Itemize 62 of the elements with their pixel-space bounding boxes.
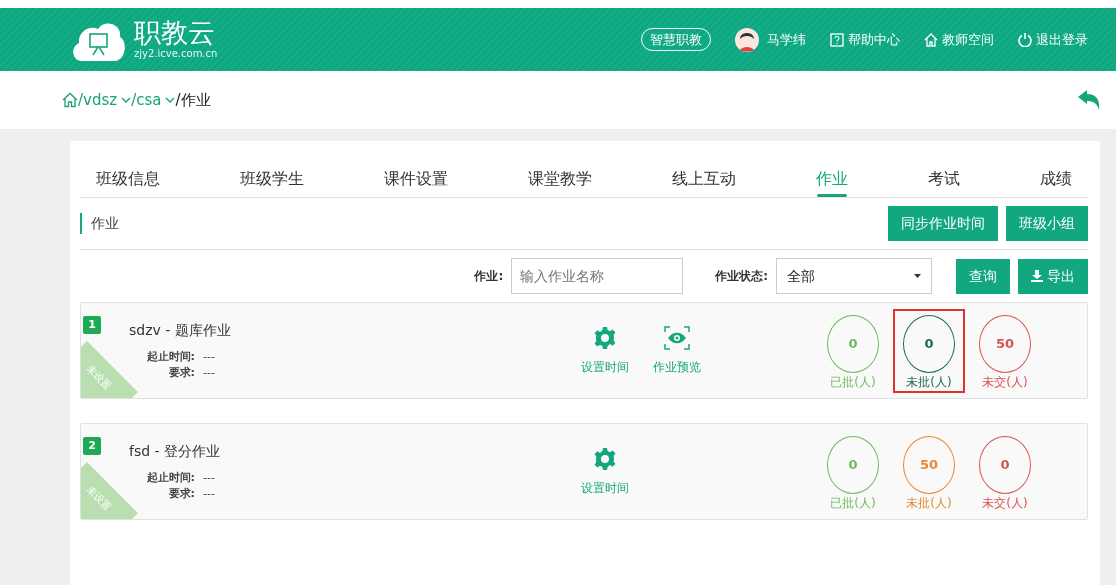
ribbon-text: 未设置: [84, 483, 114, 513]
site-url: zjy2.icve.com.cn: [134, 46, 218, 61]
tab[interactable]: 作业: [816, 141, 848, 197]
breadcrumb-link[interactable]: /作业: [175, 88, 211, 112]
meta-label: 要求:: [167, 365, 195, 381]
header-link[interactable]: 教师空间: [924, 29, 994, 50]
tab[interactable]: 课堂教学: [528, 141, 592, 197]
ribbon-text: 未设置: [84, 362, 114, 392]
caret-icon: [914, 274, 921, 278]
meta-value: ---: [203, 348, 215, 365]
breadcrumb-link[interactable]: /vdsz: [78, 88, 132, 112]
number-badge: 2: [83, 437, 101, 455]
number-badge: 1: [83, 316, 101, 334]
action-link[interactable]: 设置时间: [581, 325, 629, 376]
tab[interactable]: 课件设置: [384, 141, 448, 197]
avatar-icon: [735, 27, 759, 52]
tab[interactable]: 班级信息: [96, 141, 160, 197]
gear-icon: [593, 325, 617, 350]
action-link[interactable]: 作业预览: [653, 325, 701, 376]
header-link[interactable]: 退出登录: [1018, 29, 1088, 50]
action-link[interactable]: 设置时间: [581, 446, 629, 497]
meta-label: 要求:: [167, 486, 195, 502]
filter-label: 作业状态:: [715, 268, 768, 285]
count-label: 未交(人): [982, 494, 1028, 512]
assignment-title: fsd - 登分作业: [129, 441, 222, 461]
tab[interactable]: 班级学生: [240, 141, 304, 197]
action-button[interactable]: 同步作业时间: [888, 206, 998, 241]
count-label: 已批(人): [830, 494, 876, 512]
home-icon[interactable]: [62, 92, 78, 108]
count-label: 未批(人): [906, 373, 952, 391]
power-icon: [1018, 32, 1032, 47]
chevron-down-icon: [121, 96, 132, 104]
logo-title: 职教云: [134, 18, 216, 46]
download-icon: [1031, 270, 1043, 282]
help-doc-icon: [830, 32, 844, 47]
status-select[interactable]: 全部: [776, 258, 932, 294]
section-title: 作业: [80, 213, 119, 234]
meta-value: ---: [203, 365, 215, 381]
chevron-down-icon: [165, 96, 176, 104]
name-input-field[interactable]: 输入作业名称: [511, 258, 684, 294]
meta-label: 起止时间:: [145, 469, 195, 486]
meta-value: ---: [203, 469, 215, 486]
assignment-title: sdzv - 题库作业: [129, 320, 232, 340]
eye-icon: [664, 325, 690, 350]
meta-label: 起止时间:: [145, 348, 195, 365]
gear-icon: [593, 446, 617, 471]
breadcrumb-link[interactable]: /csa: [131, 88, 176, 112]
tab[interactable]: 成绩: [1040, 141, 1072, 197]
count-label: 已批(人): [830, 373, 876, 391]
filter-label: 作业:: [474, 268, 504, 285]
header-link[interactable]: 帮助中心: [830, 29, 900, 50]
count-label: 未批(人): [906, 494, 952, 512]
count-label: 未交(人): [982, 373, 1028, 391]
user-name-link[interactable]: 马学纬: [735, 27, 806, 52]
home-icon: [924, 32, 938, 47]
export-button[interactable]: 导出: [1018, 258, 1088, 294]
tab[interactable]: 考试: [928, 141, 960, 197]
query-button[interactable]: 查询: [956, 258, 1010, 294]
back-arrow-icon[interactable]: [1078, 90, 1100, 110]
tab[interactable]: 线上互动: [672, 141, 736, 197]
action-button[interactable]: 班级小组: [1006, 206, 1088, 241]
meta-value: ---: [203, 486, 215, 502]
